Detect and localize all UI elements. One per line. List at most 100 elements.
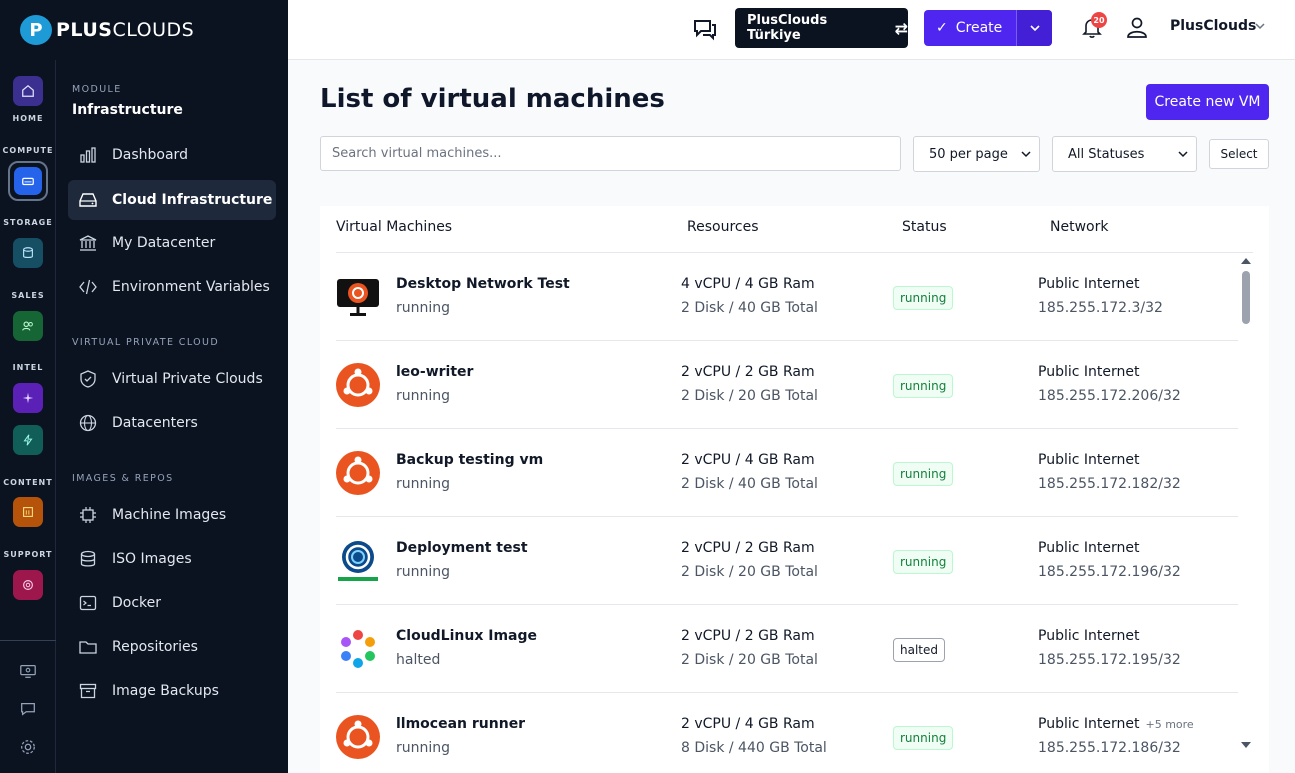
- table-row[interactable]: llmocean runner running 2 vCPU / 4 GB Ra…: [336, 693, 1238, 773]
- vm-name[interactable]: CloudLinux Image: [396, 628, 537, 644]
- status-filter-select[interactable]: All Statuses: [1052, 136, 1197, 172]
- rail-label-home: HOME: [12, 114, 44, 123]
- vm-name[interactable]: Desktop Network Test: [396, 276, 570, 292]
- images-section-label: IMAGES & REPOS: [72, 473, 174, 484]
- nav-docker[interactable]: Docker: [68, 583, 276, 623]
- per-page-select[interactable]: 50 per page: [913, 136, 1040, 172]
- user-name[interactable]: PlusClouds: [1170, 18, 1256, 34]
- home-rail-button[interactable]: [13, 76, 43, 106]
- scrollbar-thumb[interactable]: [1242, 271, 1250, 324]
- per-page-value: 50 per page: [929, 146, 1008, 162]
- nav-cloud-infrastructure[interactable]: Cloud Infrastructure: [68, 180, 276, 220]
- top-header: PlusClouds Türkiye ⇄ ✓ Create 20 PlusClo…: [288, 0, 1295, 60]
- vm-disk: 2 Disk / 20 GB Total: [681, 564, 818, 580]
- organization-switcher[interactable]: PlusClouds Türkiye ⇄: [735, 8, 908, 48]
- create-new-vm-button[interactable]: Create new VM: [1146, 84, 1269, 120]
- globe-icon: [79, 414, 97, 432]
- intel-rail-button[interactable]: [13, 383, 43, 413]
- scroll-down-arrow-icon[interactable]: [1241, 742, 1251, 748]
- table-row[interactable]: CloudLinux Image halted 2 vCPU / 2 GB Ra…: [336, 605, 1238, 693]
- compute-rail-button[interactable]: [8, 161, 48, 201]
- nav-my-datacenter[interactable]: My Datacenter: [68, 223, 276, 263]
- chat-button[interactable]: [692, 16, 718, 42]
- vm-name[interactable]: leo-writer: [396, 364, 473, 380]
- vm-state: running: [396, 476, 451, 492]
- nav-virtual-private-clouds[interactable]: Virtual Private Clouds: [68, 359, 276, 399]
- more-networks-link[interactable]: +5 more: [1145, 718, 1193, 731]
- nav-datacenters[interactable]: Datacenters: [68, 403, 276, 443]
- vm-name[interactable]: llmocean runner: [396, 716, 525, 732]
- vm-table: Virtual Machines Resources Status Networ…: [320, 206, 1269, 773]
- sparkles-icon: [22, 392, 34, 404]
- nav-image-backups[interactable]: Image Backups: [68, 671, 276, 711]
- nav-label: Virtual Private Clouds: [112, 371, 263, 387]
- brand-logo[interactable]: P PLUSCLOUDS: [0, 0, 288, 60]
- select-button[interactable]: Select: [1209, 139, 1269, 169]
- column-header-network[interactable]: Network: [1050, 219, 1108, 235]
- monitor-button[interactable]: [17, 660, 39, 682]
- settings-button[interactable]: [17, 736, 39, 758]
- support-rail-button[interactable]: [13, 570, 43, 600]
- vm-disk: 8 Disk / 440 GB Total: [681, 740, 827, 756]
- cloudlinux-icon: [341, 630, 375, 668]
- rail-label-storage: STORAGE: [3, 218, 53, 227]
- nav-label: My Datacenter: [112, 235, 216, 251]
- user-avatar[interactable]: [1123, 13, 1151, 41]
- chevron-down-icon: [1178, 151, 1188, 158]
- vm-name[interactable]: Backup testing vm: [396, 452, 543, 468]
- create-dropdown-toggle[interactable]: [1016, 10, 1052, 46]
- table-row[interactable]: Backup testing vm running 2 vCPU / 4 GB …: [336, 429, 1238, 517]
- status-filter-value: All Statuses: [1068, 146, 1145, 162]
- nav-label: Datacenters: [112, 415, 198, 431]
- user-menu-chevron-icon[interactable]: [1254, 20, 1266, 32]
- table-row[interactable]: leo-writer running 2 vCPU / 2 GB Ram 2 D…: [336, 341, 1238, 429]
- column-header-status[interactable]: Status: [902, 219, 947, 235]
- chat-bubbles-icon: [694, 20, 716, 41]
- column-header-resources[interactable]: Resources: [687, 219, 759, 235]
- document-icon: [23, 507, 33, 517]
- chevron-down-icon: [1021, 151, 1031, 158]
- virtualmin-icon: [338, 541, 378, 581]
- check-icon: ✓: [936, 20, 948, 36]
- vm-state: running: [396, 564, 451, 580]
- bank-icon: [79, 235, 97, 251]
- column-header-virtual-machines[interactable]: Virtual Machines: [336, 219, 452, 235]
- sales-rail-button[interactable]: [13, 311, 43, 341]
- lightning-icon: [23, 434, 33, 446]
- create-label: Create: [955, 20, 1003, 36]
- rail-label-intel: INTEL: [12, 363, 44, 372]
- nav-dashboard[interactable]: Dashboard: [68, 135, 276, 175]
- nav-iso-images[interactable]: ISO Images: [68, 539, 276, 579]
- logo-wordmark: PLUSCLOUDS: [56, 19, 195, 41]
- user-icon: [1127, 17, 1147, 38]
- storage-rail-button[interactable]: [13, 238, 43, 268]
- table-scrollbar[interactable]: [1238, 258, 1254, 754]
- vm-name[interactable]: Deployment test: [396, 540, 528, 556]
- nav-label: Environment Variables: [112, 279, 270, 295]
- vm-network: Public Internet: [1038, 452, 1140, 468]
- automation-rail-button[interactable]: [13, 425, 43, 455]
- folder-icon: [79, 641, 97, 654]
- status-badge: running: [893, 286, 954, 310]
- table-row[interactable]: Desktop Network Test running 4 vCPU / 4 …: [336, 253, 1238, 341]
- status-badge: running: [893, 374, 954, 398]
- content-rail-button[interactable]: [13, 497, 43, 527]
- shield-check-icon: [80, 370, 96, 388]
- nav-label: Image Backups: [112, 683, 219, 699]
- users-icon: [22, 321, 33, 331]
- create-button[interactable]: ✓ Create: [924, 10, 1016, 46]
- nav-label: Dashboard: [112, 147, 188, 163]
- nav-machine-images[interactable]: Machine Images: [68, 495, 276, 535]
- nav-environment-variables[interactable]: Environment Variables: [68, 267, 276, 307]
- scroll-up-arrow-icon[interactable]: [1241, 258, 1251, 264]
- status-badge: running: [893, 550, 954, 574]
- nav-repositories[interactable]: Repositories: [68, 627, 276, 667]
- table-row[interactable]: Deployment test running 2 vCPU / 2 GB Ra…: [336, 517, 1238, 605]
- vm-ip: 185.255.172.3/32: [1038, 300, 1163, 316]
- nav-label: ISO Images: [112, 551, 192, 567]
- notification-count-badge: 20: [1091, 12, 1107, 28]
- messages-button[interactable]: [17, 698, 39, 720]
- vm-network: Public Internet: [1038, 276, 1140, 292]
- search-input[interactable]: [320, 136, 901, 171]
- vm-state: halted: [396, 652, 441, 668]
